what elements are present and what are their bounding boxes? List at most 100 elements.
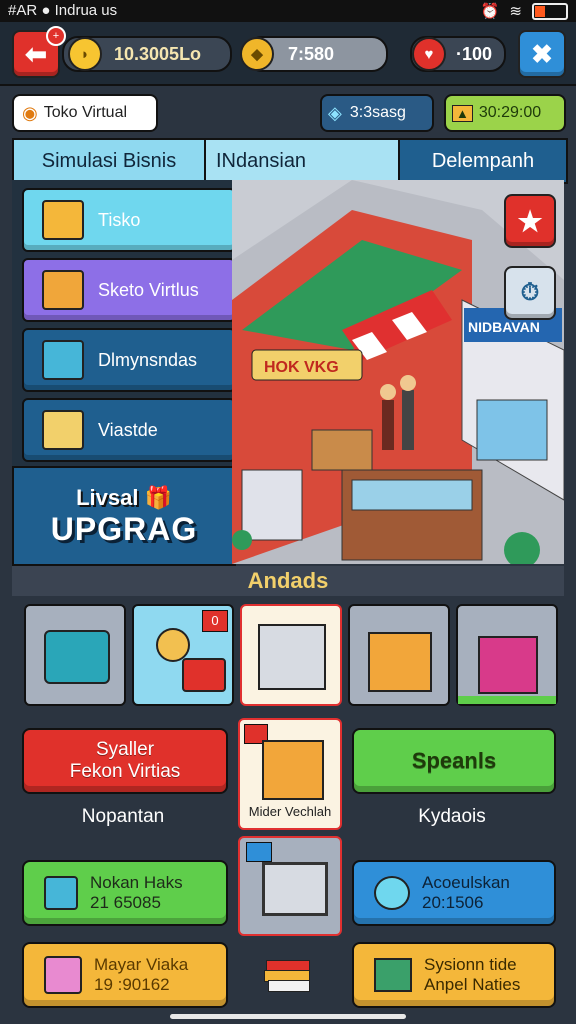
cart-icon <box>182 658 226 692</box>
speanls-label: Speanls <box>411 748 497 773</box>
side-item-label: Sketo Virtlus <box>98 279 199 300</box>
pink-gift-icon <box>44 956 82 994</box>
stat-acoeulskan[interactable]: Acoeulskan 20:1506 <box>352 860 556 926</box>
tile-gift-stand[interactable] <box>456 604 558 706</box>
left-caption: Nopantan <box>81 806 165 827</box>
store-scene[interactable]: HOK VKG NIDBAVAN ★ ⏱ <box>232 180 564 564</box>
coins-counter[interactable]: ◗ 10.3005Lo <box>62 36 232 72</box>
star-icon: ★ <box>517 205 543 237</box>
close-icon: ✖ <box>531 38 553 69</box>
timer-value: 30:29:00 <box>478 104 542 121</box>
hearts-counter[interactable]: ♥ ·100 <box>410 36 506 72</box>
stat-value: 19 :90162 <box>94 975 170 994</box>
stat-title: Mayar Viaka <box>94 955 189 974</box>
upgrade-line1: Livsal <box>76 484 139 510</box>
right-caption: Kydaois <box>418 806 486 827</box>
crate-icon <box>42 270 84 310</box>
tile-display[interactable] <box>348 604 450 706</box>
tab-indansian[interactable]: INdansian <box>206 140 400 182</box>
syaller-button[interactable]: Syaller Fekon Virtias <box>22 728 228 794</box>
speanls-button[interactable]: Speanls <box>352 728 556 794</box>
tile-badge: 0 <box>202 610 228 632</box>
battery-icon <box>532 2 568 20</box>
clock-icon: ● <box>41 2 51 19</box>
tab-label: Simulasi Bisnis <box>41 149 177 172</box>
gem-icon: ◆ <box>240 37 274 71</box>
shopper-icon <box>156 628 190 662</box>
gift-small-icon <box>44 876 78 910</box>
stat-value: 20:1506 <box>422 893 484 912</box>
top-bar: ⬅ + ◗ 10.3005Lo ◆ 7:580 ♥ ·100 ✖ <box>0 22 576 86</box>
store-logo-icon: ◉ <box>22 102 38 123</box>
shelf-icon <box>258 624 326 690</box>
side-item-tisko[interactable]: Tisko <box>22 188 236 252</box>
status-bar: #AR ● Indrua us ⏰ ≋ <box>0 0 576 22</box>
tab-label: Delempanh <box>431 149 535 172</box>
badge-chip[interactable]: ◈ 3:3sasg <box>320 94 434 132</box>
stat-mayar-viaka[interactable]: Mayar Viaka 19 :90162 <box>22 942 228 1008</box>
books-stack-icon[interactable] <box>262 956 312 992</box>
coin-icon: ◗ <box>68 37 102 71</box>
side-item-viastde[interactable]: Viastde <box>22 398 236 462</box>
stat-value: Anpel Naties <box>424 975 521 994</box>
display-stand-icon <box>368 632 432 692</box>
suitcase-icon <box>44 630 110 684</box>
gift-stand-icon <box>478 636 538 694</box>
badge-value: 3:3sasg <box>349 104 406 121</box>
timer-chip[interactable]: ▲ 30:29:00 <box>444 94 566 132</box>
center-tile[interactable]: Mider Vechlah <box>238 718 342 830</box>
tile-shopper[interactable]: 0 <box>132 604 234 706</box>
stat-title: Nokan Haks <box>90 873 183 892</box>
tile-progress <box>458 696 556 704</box>
center-tile-label: Mider Vechlah <box>248 804 332 819</box>
syaller-line1: Syaller <box>95 739 155 760</box>
stat-value: 21 65085 <box>90 893 161 912</box>
coins-value: 10.3005Lo <box>114 43 202 64</box>
side-item-label: Tisko <box>98 209 141 230</box>
upgrade-button[interactable]: Livsal 🎁 UPGRAG <box>12 466 236 566</box>
home-indicator[interactable] <box>170 1014 406 1019</box>
tab-simulasi-bisnis[interactable]: Simulasi Bisnis <box>14 140 206 182</box>
timer-icon: ▲ <box>452 104 473 122</box>
upgrade-line2: UPGRAG <box>50 510 198 547</box>
gift-icon: 🎁 <box>144 484 172 510</box>
right-sign-text: NIDBAVAN <box>468 319 540 335</box>
store-name-chip[interactable]: ◉ Toko Virtual <box>12 94 158 132</box>
heart-gem-icon <box>374 876 410 910</box>
side-item-sketo-virtlus[interactable]: Sketo Virtlus <box>22 258 236 322</box>
alarm-icon: ⏰ <box>480 3 500 20</box>
back-arrow-icon: ⬅ <box>25 38 47 69</box>
heart-icon: ♥ <box>412 37 446 71</box>
stat-nokan-haks[interactable]: Nokan Haks 21 65085 <box>22 860 228 926</box>
store-name: Toko Virtual <box>43 104 128 121</box>
main-tabs: Simulasi Bisnis INdansian Delempanh <box>12 138 568 184</box>
side-item-label: Viastde <box>98 419 158 440</box>
goods-stand-icon <box>262 740 324 800</box>
wifi-icon: ≋ <box>509 3 522 20</box>
gems-value: 7:580 <box>288 43 335 64</box>
tile-shelf[interactable] <box>240 604 342 706</box>
stat-sysionn-tide[interactable]: Sysionn tide Anpel Naties <box>352 942 556 1008</box>
shop-sign-text: HOK VKG <box>264 359 339 376</box>
tab-delempanh[interactable]: Delempanh <box>400 140 566 182</box>
bell-icon: ⏱ <box>520 279 540 306</box>
register-icon <box>246 842 272 862</box>
gems-counter[interactable]: ◆ 7:580 <box>240 36 388 72</box>
status-icons: ⏰ ≋ <box>481 2 568 20</box>
tile-suitcase[interactable] <box>24 604 126 706</box>
side-item-dlmynsndas[interactable]: Dlmynsndas <box>22 328 236 392</box>
cart-tile[interactable] <box>238 836 342 936</box>
side-item-label: Dlmynsndas <box>98 349 198 370</box>
gift-box-icon <box>42 340 84 380</box>
favorite-button[interactable]: ★ <box>504 194 556 248</box>
stat-title: Acoeulskan <box>422 873 510 892</box>
shopping-cart-icon <box>262 862 328 916</box>
hearts-value: ·100 <box>456 43 493 64</box>
green-box-icon <box>374 958 412 992</box>
settings-button[interactable]: ⏱ <box>504 266 556 320</box>
books-icon <box>42 410 84 450</box>
close-button[interactable]: ✖ <box>518 30 566 78</box>
plus-badge-icon: + <box>46 26 66 46</box>
section-title: Andads <box>12 566 564 596</box>
stat-title: Sysionn tide <box>424 955 517 974</box>
